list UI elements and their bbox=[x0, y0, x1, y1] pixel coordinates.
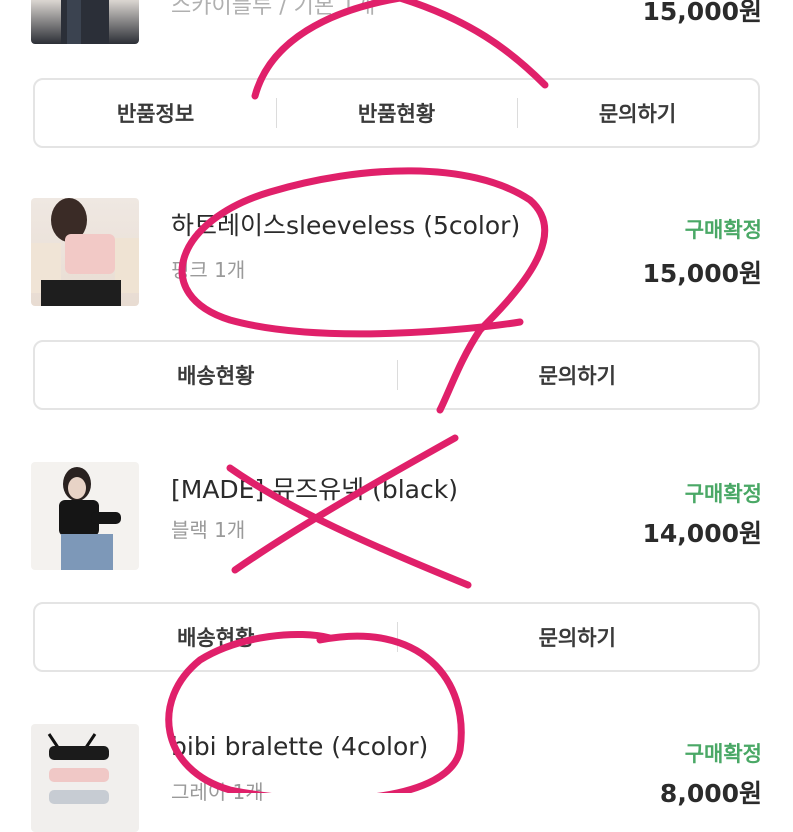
product-thumbnail[interactable] bbox=[31, 0, 139, 44]
order-action-bar: 배송현황 문의하기 bbox=[33, 602, 760, 672]
return-info-button[interactable]: 반품정보 bbox=[35, 80, 276, 146]
product-option: 그레이 1개 bbox=[171, 780, 264, 804]
product-price: 15,000원 bbox=[642, 0, 762, 26]
product-thumbnail[interactable] bbox=[31, 724, 139, 832]
product-name[interactable]: [MADE] 뮤즈유넥 (black) bbox=[171, 470, 458, 506]
product-thumbnail[interactable] bbox=[31, 462, 139, 570]
return-status-button[interactable]: 반품현황 bbox=[276, 80, 517, 146]
product-photo-icon bbox=[61, 0, 109, 44]
inquiry-button[interactable]: 문의하기 bbox=[396, 342, 759, 408]
product-option-line: 스카이블루 / 기본 1개 bbox=[171, 0, 376, 19]
product-option: 블랙 1개 bbox=[171, 518, 246, 542]
order-status-badge: 구매확정 bbox=[684, 742, 762, 766]
delivery-status-button[interactable]: 배송현황 bbox=[35, 342, 397, 408]
product-name[interactable]: 하트레이스sleeveless (5color) bbox=[171, 206, 520, 242]
product-price: 8,000원 bbox=[659, 779, 762, 808]
product-photo-icon bbox=[59, 467, 121, 570]
product-option: 핑크 1개 bbox=[171, 258, 246, 282]
inquiry-button[interactable]: 문의하기 bbox=[517, 80, 758, 146]
product-price: 15,000원 bbox=[642, 259, 762, 288]
product-photo-icon bbox=[47, 733, 109, 804]
inquiry-button[interactable]: 문의하기 bbox=[396, 604, 759, 670]
product-price: 14,000원 bbox=[642, 519, 762, 548]
product-photo-icon bbox=[31, 198, 139, 306]
product-name[interactable]: bibi bralette (4color) bbox=[171, 732, 428, 761]
order-status-badge: 구매확정 bbox=[684, 218, 762, 242]
delivery-status-button[interactable]: 배송현황 bbox=[35, 604, 397, 670]
order-status-badge: 구매확정 bbox=[684, 482, 762, 506]
product-thumbnail[interactable] bbox=[31, 198, 139, 306]
order-action-bar: 반품정보 반품현황 문의하기 bbox=[33, 78, 760, 148]
order-action-bar: 배송현황 문의하기 bbox=[33, 340, 760, 410]
